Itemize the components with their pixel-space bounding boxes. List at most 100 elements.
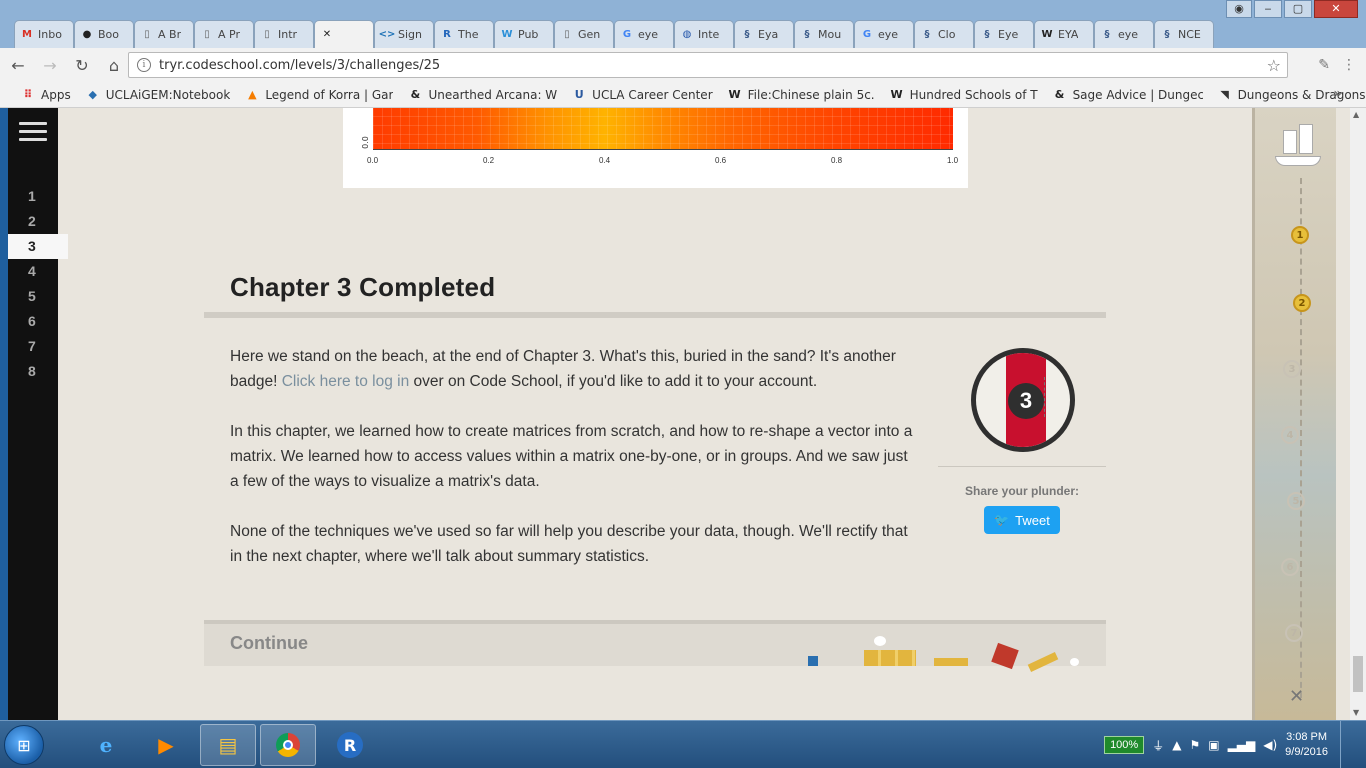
browser-tab[interactable]: Geye <box>614 20 674 48</box>
bookmark-item[interactable]: W Hundred Schools of T <box>889 87 1038 103</box>
browser-tab[interactable]: W EYA <box>1034 20 1094 48</box>
chapter-link-5[interactable]: 5 <box>8 284 68 309</box>
browser-tab[interactable]: ◍ Inte <box>674 20 734 48</box>
browser-tab[interactable]: W Pub <box>494 20 554 48</box>
google-icon: G <box>622 29 632 40</box>
browser-toolbar: ← → ↻ ⌂ i tryr.codeschool.com/levels/3/c… <box>0 48 1366 82</box>
map-node-7[interactable]: 7 <box>1285 624 1303 642</box>
bookmark-item[interactable]: & Sage Advice | Dungec <box>1052 87 1203 103</box>
continue-button[interactable]: Continue <box>204 620 1106 672</box>
tab-list: M Inbo ● Boo ▯ A Br ▯ A Pr ▯ Intr ✕ <> Sign R The W Pub ▯… <box>14 20 1214 48</box>
minimize-button[interactable]: ‒ <box>1254 0 1282 18</box>
browser-tab[interactable]: § Eye <box>974 20 1034 48</box>
browser-tab[interactable]: <> Sign <box>374 20 434 48</box>
chapter-link-7[interactable]: 7 <box>8 334 68 359</box>
browser-tab[interactable]: § eye <box>1094 20 1154 48</box>
browser-tab[interactable]: ● Boo <box>74 20 134 48</box>
maximize-button[interactable]: ▢ <box>1284 0 1312 18</box>
map-node-3[interactable]: 3 <box>1283 360 1301 378</box>
browser-tab[interactable]: ▯ Gen <box>554 20 614 48</box>
forward-button[interactable]: → <box>36 51 64 79</box>
network-signal-icon[interactable]: ▂▄▆ <box>1228 738 1256 752</box>
file-explorer-icon[interactable]: ▤ <box>200 724 256 766</box>
chapter-link-6[interactable]: 6 <box>8 309 68 334</box>
map-node-2[interactable]: 2 <box>1293 294 1311 312</box>
home-icon[interactable]: ⌂ <box>100 51 128 79</box>
extension-icon[interactable]: ✎ <box>1318 57 1330 73</box>
internet-explorer-icon[interactable]: e <box>78 724 134 766</box>
browser-tab[interactable]: § NCE <box>1154 20 1214 48</box>
site-info-icon[interactable]: i <box>137 58 151 72</box>
page-scrollbar[interactable]: ▲ ▼ <box>1350 108 1366 720</box>
close-window-button[interactable]: ✕ <box>1314 0 1358 18</box>
power-plug-icon[interactable]: ⏚ <box>1152 737 1164 754</box>
bookmarks-overflow-icon[interactable]: » <box>1333 86 1342 102</box>
chapter-link-1[interactable]: 1 <box>8 184 68 209</box>
clock[interactable]: 3:08 PM 9/9/2016 <box>1285 730 1328 760</box>
back-button[interactable]: ← <box>4 51 32 79</box>
map-node-4[interactable]: 4 <box>1281 426 1299 444</box>
tab-label: The <box>458 28 479 41</box>
r-app-icon[interactable]: R <box>322 724 378 766</box>
browser-tab[interactable]: Geye <box>854 20 914 48</box>
bookmark-star-icon[interactable]: ☆ <box>1267 56 1281 75</box>
tab-active[interactable]: ✕ <box>314 20 374 48</box>
bookmark-item[interactable]: & Unearthed Arcana: W <box>407 87 558 103</box>
bookmark-item[interactable]: U UCLA Career Center <box>571 87 713 103</box>
bookmark-item[interactable]: ⠿ Apps <box>20 87 71 103</box>
chrome-menu-icon[interactable]: ⋮ <box>1342 57 1356 73</box>
bookmark-label: Dungeons & Dragons <box>1237 87 1366 102</box>
map-node-1[interactable]: 1 <box>1291 226 1309 244</box>
scroll-thumb[interactable] <box>1353 656 1363 692</box>
action-center-flag-icon[interactable]: ⚑ <box>1189 738 1200 752</box>
browser-tab[interactable]: § Mou <box>794 20 854 48</box>
ncbi-icon: § <box>924 29 930 40</box>
tray-expand-icon[interactable]: ▲ <box>1172 738 1181 752</box>
address-bar[interactable]: i tryr.codeschool.com/levels/3/challenge… <box>128 52 1288 78</box>
tab-label: Inte <box>698 28 720 41</box>
ncbi-icon: § <box>1104 29 1110 40</box>
scroll-down-arrow[interactable]: ▼ <box>1353 708 1359 717</box>
chapter-link-4[interactable]: 4 <box>8 259 68 284</box>
paragraph-next: None of the techniques we've used so far… <box>230 523 908 565</box>
chapter-badge: 3 <box>971 348 1075 452</box>
w-icon: W <box>501 29 513 40</box>
bookmarks-bar: ⠿ Apps ◆ UCLAiGEM:Notebook ▲ Legend of Korra … <box>0 82 1366 108</box>
start-button[interactable]: ⊞ <box>4 725 44 765</box>
reload-button[interactable]: ↻ <box>68 51 96 79</box>
map-trail <box>1300 178 1302 698</box>
login-link[interactable]: Click here to log in <box>282 373 410 390</box>
browser-tab[interactable]: ▯ Intr <box>254 20 314 48</box>
tab-label: eye <box>1118 28 1139 41</box>
bookmark-item[interactable]: ◥ Dungeons & Dragons <box>1217 87 1366 103</box>
battery-indicator[interactable]: 100% <box>1104 736 1145 754</box>
chrome-icon[interactable] <box>260 724 316 766</box>
chapter-sidebar: 12345678 <box>8 108 68 720</box>
media-player-icon[interactable]: ▶ <box>138 724 194 766</box>
hamburger-menu-icon[interactable] <box>19 122 47 146</box>
devices-icon[interactable]: ▣ <box>1208 738 1219 752</box>
chapter-link-8[interactable]: 8 <box>8 359 68 384</box>
bookmark-label: Legend of Korra | Gar <box>265 87 394 102</box>
tweet-button[interactable]: 🐦 Tweet <box>984 506 1060 534</box>
chapter-link-2[interactable]: 2 <box>8 209 68 234</box>
user-profile-icon[interactable]: ◉ <box>1226 0 1252 18</box>
bookmark-label: File:Chinese plain 5c. <box>747 87 875 102</box>
browser-tab[interactable]: M Inbo <box>14 20 74 48</box>
browser-tab[interactable]: § Clo <box>914 20 974 48</box>
show-desktop-button[interactable] <box>1340 721 1354 768</box>
ship-icon <box>1273 118 1321 174</box>
bookmark-item[interactable]: ▲ Legend of Korra | Gar <box>244 87 393 103</box>
chapter-link-3[interactable]: 3 <box>8 234 68 259</box>
scroll-up-arrow[interactable]: ▲ <box>1353 110 1359 119</box>
browser-tab[interactable]: R The <box>434 20 494 48</box>
bookmark-item[interactable]: ◆ UCLAiGEM:Notebook <box>85 87 230 103</box>
bookmark-item[interactable]: W File:Chinese plain 5c. <box>727 87 875 103</box>
volume-icon[interactable]: ◀) <box>1263 738 1277 752</box>
browser-tab[interactable]: ▯ A Br <box>134 20 194 48</box>
map-node-6[interactable]: 6 <box>1281 558 1299 576</box>
browser-tab[interactable]: § Eya <box>734 20 794 48</box>
map-node-5[interactable]: 5 <box>1287 492 1305 510</box>
browser-tab[interactable]: ▯ A Pr <box>194 20 254 48</box>
document-icon: ▯ <box>564 29 570 40</box>
